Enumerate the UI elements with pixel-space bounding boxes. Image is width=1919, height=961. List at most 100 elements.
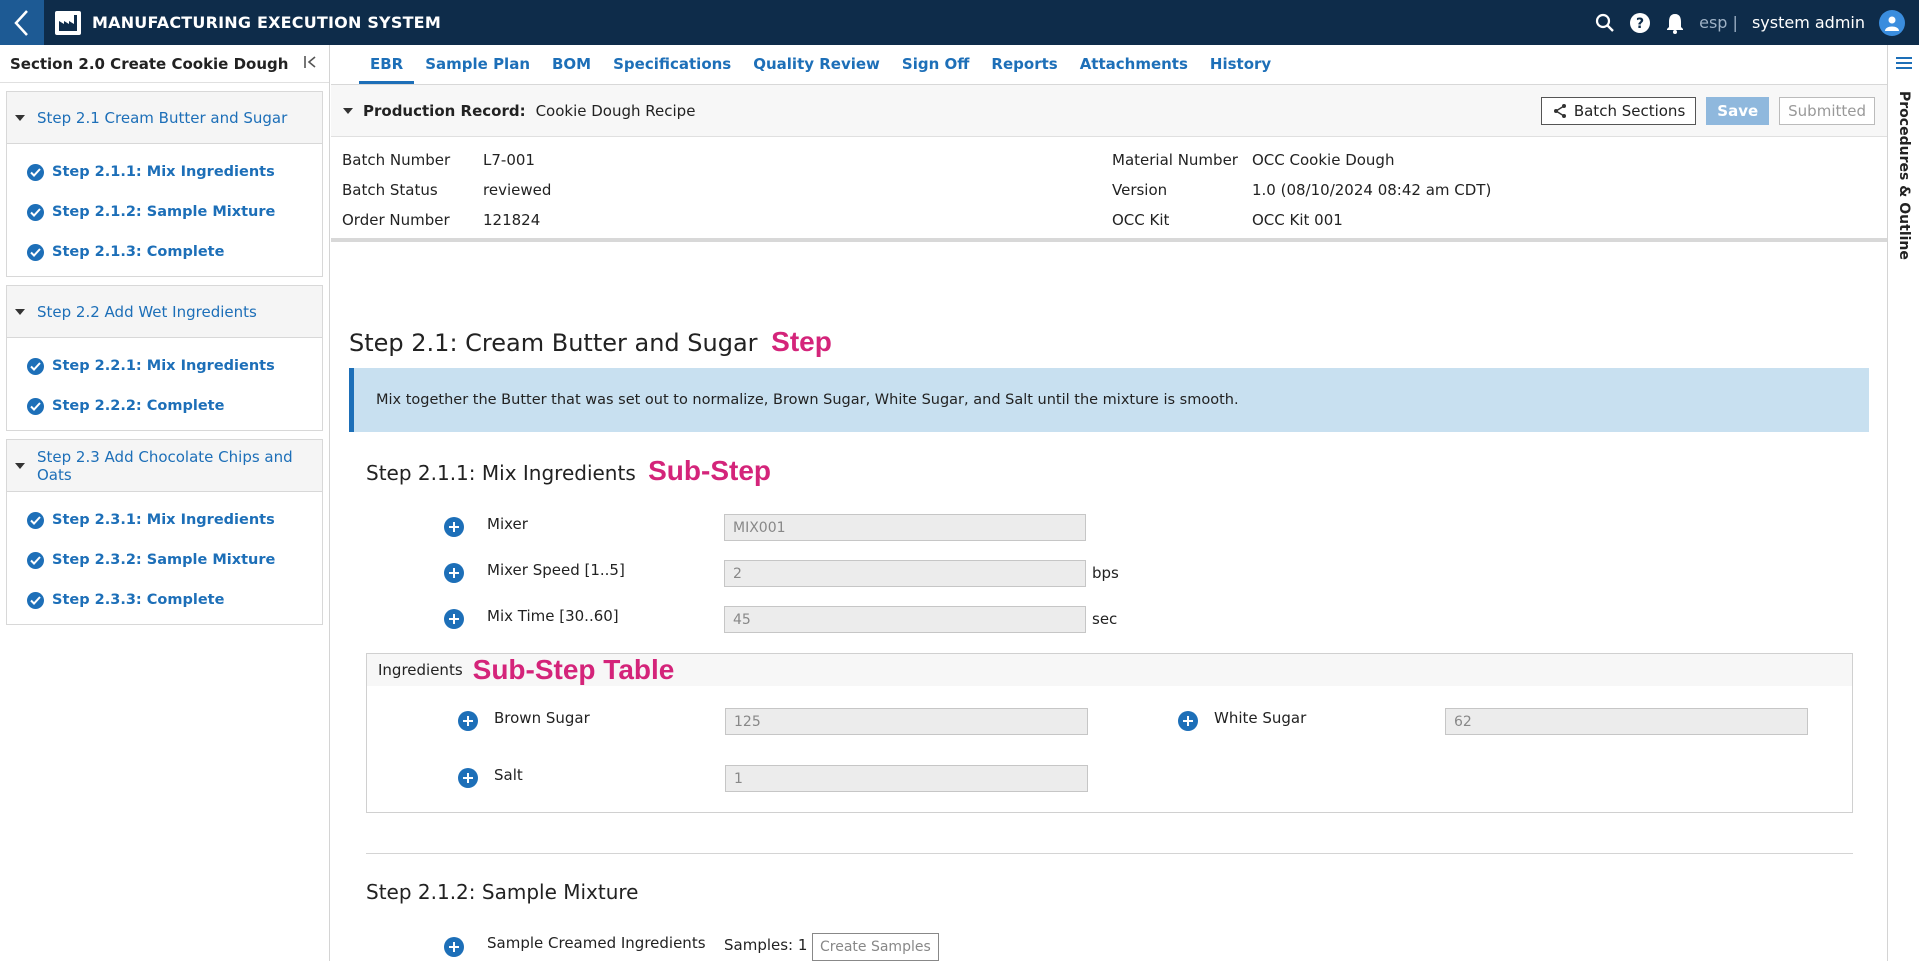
outline-substep-2-2-1[interactable]: Step 2.2.1: Mix Ingredients (7, 346, 322, 386)
outline-substep-2-3-2[interactable]: Step 2.3.2: Sample Mixture (7, 540, 322, 580)
bell-icon[interactable] (1665, 12, 1685, 34)
procedures-outline-toggle[interactable]: Procedures & Outline (1896, 91, 1912, 260)
add-icon[interactable] (1178, 711, 1198, 731)
step-title-text: Step 2.1: Cream Butter and Sugar (349, 329, 758, 357)
batch-sections-label: Batch Sections (1573, 101, 1686, 120)
add-icon[interactable] (444, 563, 464, 583)
back-button[interactable] (0, 0, 44, 45)
avatar[interactable] (1879, 9, 1905, 36)
tab-bar: EBR Sample Plan BOM Specifications Quali… (331, 45, 1887, 85)
factory-icon (54, 9, 82, 37)
right-rail: Procedures & Outline (1887, 45, 1919, 961)
outline-substep-label: Step 2.2.2: Complete (52, 398, 225, 414)
substep-title: Step 2.1.1: Mix Ingredients Sub-Step (366, 455, 771, 487)
mixer-speed-input[interactable]: 2 (724, 560, 1086, 587)
save-button[interactable]: Save (1706, 96, 1770, 125)
create-samples-button[interactable]: Create Samples (812, 933, 939, 961)
outline-substep-2-3-1[interactable]: Step 2.3.1: Mix Ingredients (7, 500, 322, 540)
collapse-panel-icon[interactable] (303, 54, 319, 73)
add-icon[interactable] (458, 711, 478, 731)
check-circle-icon (27, 591, 44, 609)
mixer-input[interactable]: MIX001 (724, 514, 1086, 541)
chevron-left-icon (14, 9, 28, 36)
batch-info: Batch Number L7-001 Batch Status reviewe… (331, 137, 1887, 242)
tab-ebr[interactable]: EBR (359, 55, 415, 84)
white-sugar-label: White Sugar (1214, 709, 1307, 727)
outline-substep-label: Step 2.1.2: Sample Mixture (52, 204, 276, 220)
batch-status-label: Batch Status (342, 181, 438, 199)
outline-substep-2-1-3[interactable]: Step 2.1.3: Complete (7, 232, 322, 272)
outline-substep-label: Step 2.3.2: Sample Mixture (52, 552, 276, 568)
occ-kit-value: OCC Kit 001 (1252, 211, 1343, 229)
brown-sugar-input[interactable]: 125 (725, 708, 1088, 735)
step-group-label: Step 2.1 Cream Butter and Sugar (37, 108, 288, 127)
salt-label: Salt (494, 766, 523, 784)
table-annotation: Sub-Step Table (472, 654, 675, 685)
step-group-label: Step 2.3 Add Chocolate Chips and Oats (37, 447, 293, 484)
tab-reports[interactable]: Reports (980, 55, 1068, 84)
top-bar: MANUFACTURING EXECUTION SYSTEM ? esp | s… (0, 0, 1919, 45)
outline-substep-2-1-1[interactable]: Step 2.1.1: Mix Ingredients (7, 152, 322, 192)
outline-panel: Section 2.0 Create Cookie Dough Step 2.1… (0, 45, 330, 961)
caret-down-icon[interactable] (15, 114, 25, 121)
mixer-speed-unit: bps (1092, 564, 1119, 582)
check-circle-icon (27, 203, 44, 221)
search-icon[interactable] (1595, 13, 1615, 33)
order-number-label: Order Number (342, 211, 450, 229)
tab-sign-off[interactable]: Sign Off (891, 55, 981, 84)
add-icon[interactable] (444, 937, 464, 957)
material-number-value: OCC Cookie Dough (1252, 151, 1395, 169)
batch-number-value: L7-001 (483, 151, 535, 169)
salt-input[interactable]: 1 (725, 765, 1088, 792)
step-group-header[interactable]: Step 2.3 Add Chocolate Chips and Oats (7, 440, 322, 492)
material-number-label: Material Number (1112, 151, 1238, 169)
batch-sections-button[interactable]: Batch Sections (1540, 96, 1697, 125)
check-circle-icon (27, 243, 44, 261)
add-icon[interactable] (444, 609, 464, 629)
white-sugar-input[interactable]: 62 (1445, 708, 1808, 735)
list-icon[interactable] (1895, 55, 1913, 75)
add-icon[interactable] (458, 768, 478, 788)
help-icon[interactable]: ? (1629, 12, 1651, 34)
batch-status-value: reviewed (483, 181, 552, 199)
caret-down-icon[interactable] (343, 107, 353, 114)
tab-quality-review[interactable]: Quality Review (742, 55, 891, 84)
production-record-value: Cookie Dough Recipe (535, 101, 696, 120)
step-group-header[interactable]: Step 2.1 Cream Butter and Sugar (7, 92, 322, 144)
outline-substep-label: Step 2.1.1: Mix Ingredients (52, 164, 275, 180)
mix-time-input[interactable]: 45 (724, 606, 1086, 633)
mix-time-unit: sec (1092, 610, 1118, 628)
batch-number-label: Batch Number (342, 151, 451, 169)
outline-substep-2-2-2[interactable]: Step 2.2.2: Complete (7, 386, 322, 426)
tab-sample-plan[interactable]: Sample Plan (414, 55, 541, 84)
outline-substep-label: Step 2.3.3: Complete (52, 592, 225, 608)
app-title: MANUFACTURING EXECUTION SYSTEM (92, 13, 441, 32)
ingredients-table-header: Ingredients Sub-Step Table (367, 654, 1852, 686)
main-area: EBR Sample Plan BOM Specifications Quali… (331, 45, 1887, 961)
check-circle-icon (27, 397, 44, 415)
outline-substep-2-1-2[interactable]: Step 2.1.2: Sample Mixture (7, 192, 322, 232)
caret-down-icon[interactable] (15, 462, 25, 469)
outline-substep-label: Step 2.3.1: Mix Ingredients (52, 512, 275, 528)
outline-substep-label: Step 2.2.1: Mix Ingredients (52, 358, 275, 374)
tab-attachments[interactable]: Attachments (1069, 55, 1199, 84)
tab-history[interactable]: History (1199, 55, 1282, 84)
caret-down-icon[interactable] (15, 308, 25, 315)
user-name[interactable]: system admin (1752, 13, 1865, 32)
section-header: Section 2.0 Create Cookie Dough (0, 45, 329, 83)
substep-title: Step 2.1.2: Sample Mixture (366, 880, 639, 904)
outline-substep-2-3-3[interactable]: Step 2.3.3: Complete (7, 580, 322, 620)
user-icon (1885, 16, 1899, 31)
tab-bom[interactable]: BOM (541, 55, 602, 84)
mixer-label: Mixer (487, 515, 528, 533)
step-group-2-1: Step 2.1 Cream Butter and Sugar Step 2.1… (6, 91, 323, 277)
submitted-button: Submitted (1779, 96, 1875, 125)
language-selector[interactable]: esp | (1699, 13, 1738, 32)
check-circle-icon (27, 551, 44, 569)
production-record-bar: Production Record: Cookie Dough Recipe B… (331, 85, 1887, 137)
substep-title-text: Step 2.1.1: Mix Ingredients (366, 461, 636, 485)
step-group-header[interactable]: Step 2.2 Add Wet Ingredients (7, 286, 322, 338)
version-label: Version (1112, 181, 1168, 199)
add-icon[interactable] (444, 517, 464, 537)
tab-specifications[interactable]: Specifications (602, 55, 742, 84)
